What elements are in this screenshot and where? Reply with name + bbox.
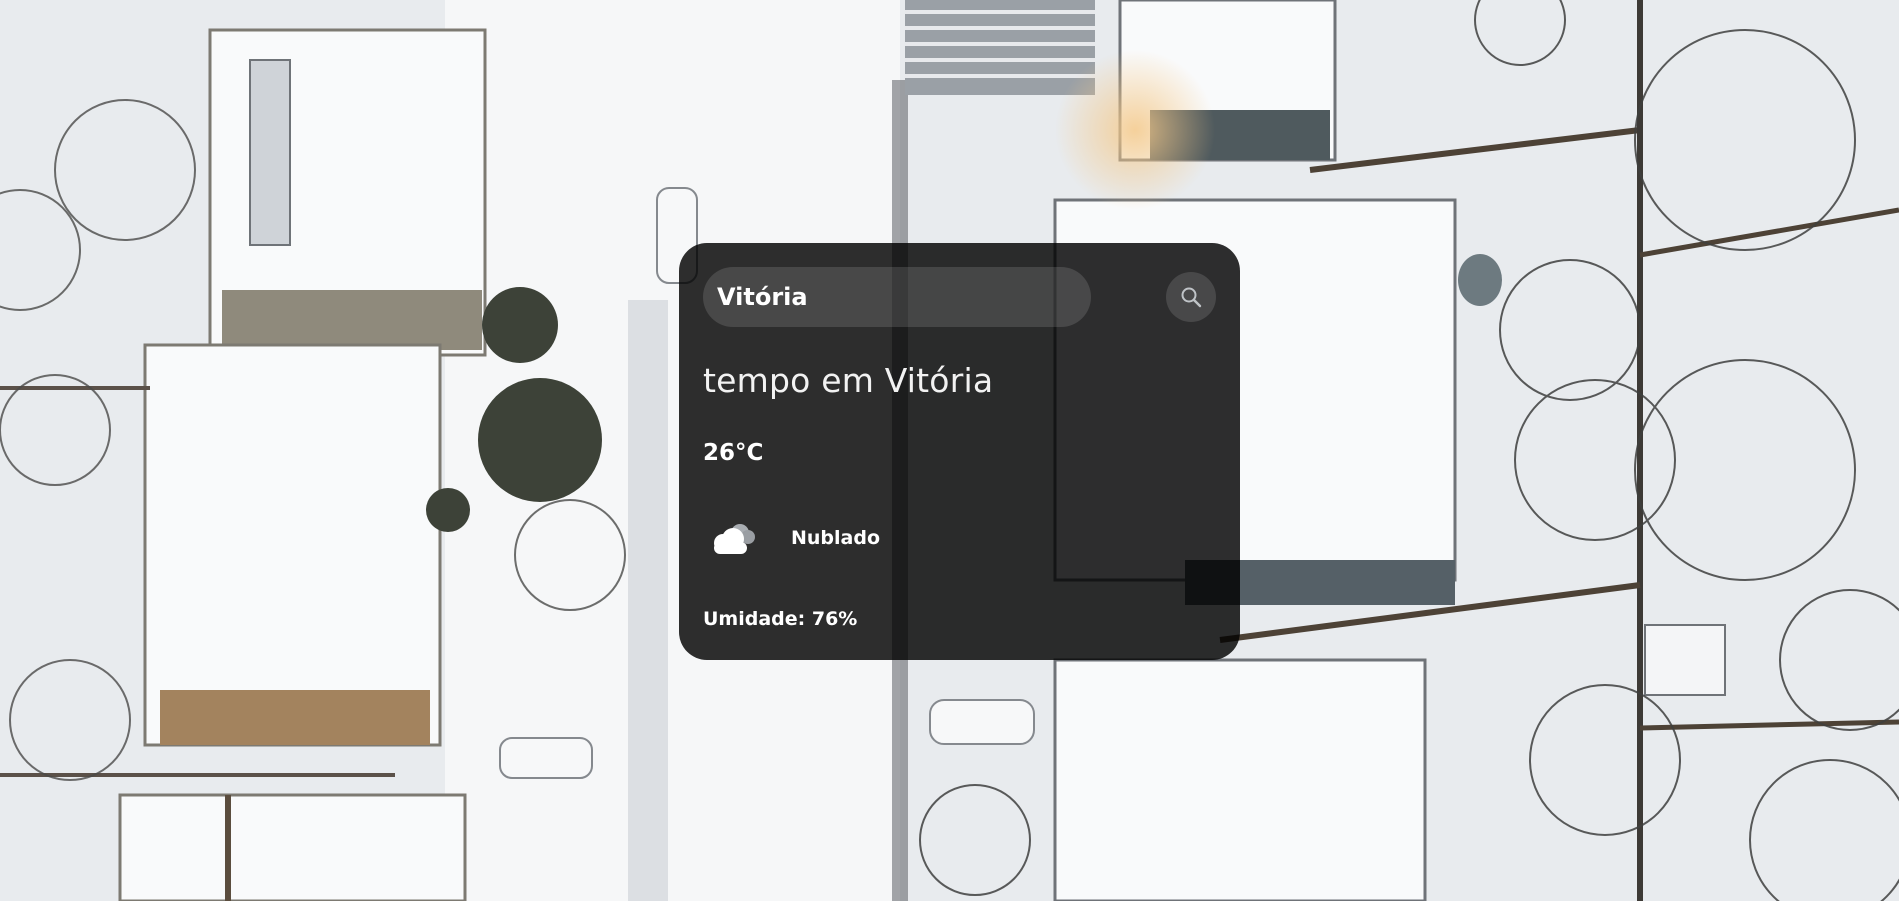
condition-text: Nublado bbox=[791, 527, 881, 549]
humidity: Umidade: 76% bbox=[703, 608, 858, 630]
temperature: 26°C bbox=[703, 440, 764, 466]
city-title: tempo em Vitória bbox=[703, 361, 994, 400]
weather-condition: Nublado bbox=[703, 513, 880, 563]
search-icon bbox=[1181, 287, 1202, 308]
cloud-icon bbox=[714, 524, 755, 554]
search-bar bbox=[703, 267, 1216, 327]
search-button[interactable] bbox=[1166, 272, 1216, 322]
search-input[interactable] bbox=[703, 267, 1091, 327]
weather-card: tempo em Vitória 26°C Nublado Umidade: 7… bbox=[679, 243, 1240, 660]
